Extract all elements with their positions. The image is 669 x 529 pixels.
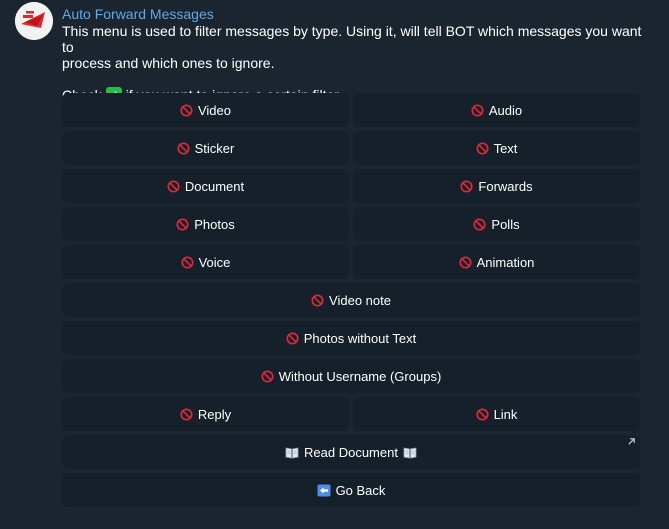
inline-keyboard: Video Audio Sticker Text Document Forwar… (62, 93, 640, 511)
no-entry-icon (311, 293, 324, 307)
keyboard-row: Voice Animation (62, 245, 640, 279)
keyboard-row: Photos without Text (62, 321, 640, 355)
filter-animation-label: Animation (476, 254, 535, 270)
filter-audio-label: Audio (488, 102, 523, 118)
keyboard-row: Video note (62, 283, 640, 317)
bot-message: Auto Forward Messages This menu is used … (62, 6, 652, 103)
filter-audio-button[interactable]: Audio (353, 93, 640, 127)
keyboard-row: Without Username (Groups) (62, 359, 640, 393)
keyboard-row: Document Forwards (62, 169, 640, 203)
no-entry-icon (471, 103, 484, 117)
no-entry-icon (286, 331, 299, 345)
no-entry-icon (476, 141, 489, 155)
keyboard-row: Read Document (62, 435, 640, 469)
bot-logo-icon (15, 2, 53, 40)
filter-sticker-label: Sticker (194, 140, 235, 156)
message-text: This menu is used to filter messages by … (62, 23, 652, 103)
filter-forwards-button[interactable]: Forwards (353, 169, 640, 203)
no-entry-icon (459, 255, 472, 269)
filter-document-label: Document (184, 178, 245, 194)
keyboard-row: Video Audio (62, 93, 640, 127)
open-book-icon (285, 447, 299, 458)
no-entry-icon (167, 179, 180, 193)
keyboard-row: Reply Link (62, 397, 640, 431)
filter-video-note-label: Video note (329, 292, 391, 308)
filter-voice-label: Voice (198, 254, 231, 270)
filter-link-button[interactable]: Link (353, 397, 640, 431)
message-line-1: This menu is used to filter messages by … (62, 23, 642, 55)
filter-forwards-label: Forwards (478, 178, 533, 194)
filter-voice-button[interactable]: Voice (62, 245, 349, 279)
open-book-icon (403, 447, 417, 458)
no-entry-icon (177, 141, 190, 155)
no-entry-icon (261, 369, 274, 383)
go-back-button[interactable]: Go Back (62, 473, 640, 507)
filter-reply-label: Reply (197, 406, 232, 422)
sender-name[interactable]: Auto Forward Messages (62, 6, 652, 23)
message-line-2: process and which ones to ignore. (62, 55, 275, 71)
filter-polls-button[interactable]: Polls (353, 207, 640, 241)
keyboard-row: Go Back (62, 473, 640, 507)
keyboard-row: Sticker Text (62, 131, 640, 165)
filter-photos-without-text-label: Photos without Text (303, 330, 417, 346)
no-entry-icon (460, 179, 473, 193)
no-entry-icon (180, 407, 193, 421)
no-entry-icon (473, 217, 486, 231)
read-document-button[interactable]: Read Document (62, 435, 640, 469)
filter-reply-button[interactable]: Reply (62, 397, 349, 431)
no-entry-icon (181, 255, 194, 269)
filter-document-button[interactable]: Document (62, 169, 349, 203)
filter-text-button[interactable]: Text (353, 131, 640, 165)
bot-avatar[interactable] (15, 2, 53, 40)
filter-link-label: Link (493, 406, 518, 422)
filter-without-username-button[interactable]: Without Username (Groups) (62, 359, 640, 393)
no-entry-icon (476, 407, 489, 421)
filter-polls-label: Polls (491, 216, 520, 232)
no-entry-icon (176, 217, 189, 231)
filter-text-label: Text (493, 140, 518, 156)
keyboard-row: Photos Polls (62, 207, 640, 241)
go-back-label: Go Back (335, 482, 386, 498)
filter-animation-button[interactable]: Animation (353, 245, 640, 279)
filter-photos-button[interactable]: Photos (62, 207, 349, 241)
filter-video-label: Video (197, 102, 231, 118)
filter-video-note-button[interactable]: Video note (62, 283, 640, 317)
external-link-arrow-icon (628, 438, 635, 445)
filter-photos-label: Photos (194, 216, 235, 232)
read-document-label: Read Document (304, 444, 398, 460)
filter-video-button[interactable]: Video (62, 93, 349, 127)
back-arrow-icon (317, 484, 331, 496)
filter-photos-without-text-button[interactable]: Photos without Text (62, 321, 640, 355)
no-entry-icon (180, 103, 193, 117)
filter-without-username-label: Without Username (Groups) (278, 368, 442, 384)
filter-sticker-button[interactable]: Sticker (62, 131, 349, 165)
